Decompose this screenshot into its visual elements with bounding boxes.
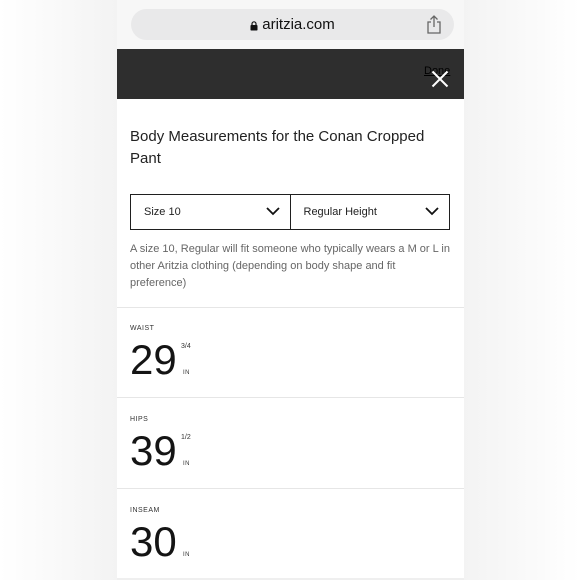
right-background <box>463 0 580 580</box>
measurement-fraction: 1/2 <box>181 434 191 441</box>
size-select-value: Size 10 <box>144 206 181 218</box>
measurement-inseam: INSEAM 30 IN <box>130 507 450 580</box>
size-selectors: Size 10 Regular Height <box>130 194 450 230</box>
measurement-waist: WAIST 29 3/4 IN <box>130 325 450 405</box>
divider <box>117 307 464 308</box>
measurement-label: HIPS <box>130 416 149 423</box>
measurement-hips: HIPS 39 1/2 IN <box>130 416 450 496</box>
height-select-value: Regular Height <box>303 206 377 218</box>
lock-icon <box>250 20 258 30</box>
measurement-value: 39 <box>130 427 177 474</box>
measurement-value: 30 <box>130 518 177 565</box>
size-select[interactable]: Size 10 <box>131 195 290 229</box>
modal-header-bar: Done <box>117 49 464 99</box>
modal-title: Body Measurements for the Conan Cropped … <box>130 128 425 167</box>
phone-screen: aritzia.com Done Body Measurements for t… <box>117 0 464 580</box>
fit-description: A size 10, Regular will fit someone who … <box>130 243 450 289</box>
divider <box>117 397 464 398</box>
share-icon[interactable] <box>426 15 442 34</box>
url-text: aritzia.com <box>262 16 335 33</box>
divider <box>117 488 464 489</box>
left-background <box>0 0 117 580</box>
height-select[interactable]: Regular Height <box>289 195 450 229</box>
measurement-fraction: 3/4 <box>181 343 191 350</box>
chevron-down-icon <box>425 207 439 216</box>
chevron-down-icon <box>265 207 280 216</box>
measurement-value: 29 <box>130 336 177 383</box>
close-icon[interactable] <box>431 70 449 88</box>
measurement-unit: IN <box>183 461 190 467</box>
address-bar[interactable]: aritzia.com <box>131 9 454 40</box>
measurement-unit: IN <box>183 370 190 376</box>
measurement-unit: IN <box>183 552 190 558</box>
browser-chrome: aritzia.com <box>117 0 464 49</box>
measurement-label: WAIST <box>130 325 155 332</box>
measurement-label: INSEAM <box>130 507 160 514</box>
